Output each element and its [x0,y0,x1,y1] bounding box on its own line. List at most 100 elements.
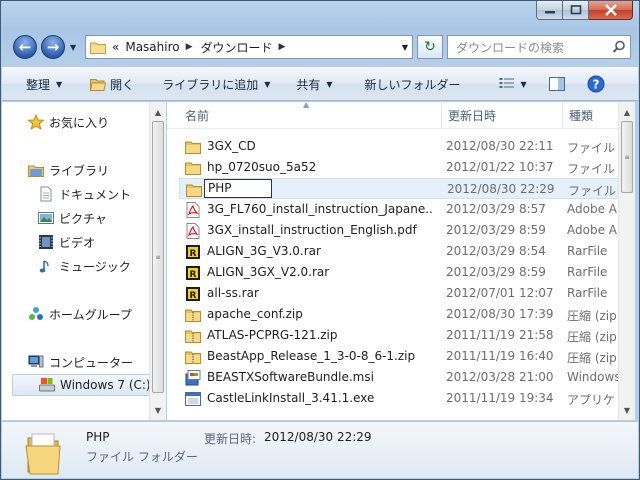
nav-computer-label: コンピューター [49,355,134,370]
file-date: 2012/03/29 8:59 [446,223,546,237]
share-button[interactable]: 共有 ▼ [288,72,340,96]
file-date: 2011/11/19 16:40 [446,349,554,363]
drive-icon [39,377,55,393]
file-row[interactable]: Rall-ss.rar 2012/07/01 12:07 RarFile [179,283,618,304]
nav-videos[interactable]: ビデオ [38,231,95,253]
rar-icon: R [185,286,201,302]
scrollbar-thumb[interactable]: ≡ [621,121,633,193]
file-row[interactable]: 3GX_install_instruction_English.pdf 2012/… [179,220,618,241]
help-button[interactable]: ? [579,72,613,96]
library-icon [28,162,44,178]
include-in-library-button[interactable]: ライブラリに追加 ▼ [154,72,278,96]
breadcrumb-downloads[interactable]: ダウンロード [201,39,273,56]
file-type: ファイル [568,184,617,198]
file-name: BEASTXSoftwareBundle.msi [207,370,374,384]
navigation-pane-scrollbar[interactable]: ▲ ≡ ▼ [149,102,166,420]
nav-drive-label: Windows 7 (C:) [60,378,151,392]
breadcrumb-separator-arrow-icon[interactable]: ▶ [186,42,193,52]
open-folder-icon [90,78,107,91]
scroll-down-icon[interactable]: ▼ [150,402,166,418]
nav-favorites[interactable]: お気に入り [28,111,109,133]
breadcrumb-separator-arrow-icon[interactable]: ▶ [279,42,286,52]
new-folder-label: 新しいフォルダー [364,77,461,92]
recent-pages-dropdown[interactable]: ▼ [70,43,76,52]
organize-button[interactable]: 整理 ▼ [18,72,70,96]
selected-item-type: ファイル フォルダー [86,450,198,464]
homegroup-icon [28,306,44,322]
change-view-button[interactable]: ▼ [491,72,535,96]
nav-computer[interactable]: コンピューター [28,351,133,373]
scroll-up-icon[interactable]: ▲ [619,104,635,120]
pictures-icon [38,210,54,226]
column-header-type[interactable]: 種類 [563,102,618,128]
dropdown-arrow-icon: ▼ [520,79,527,89]
maximize-button[interactable] [563,1,589,20]
scroll-down-icon[interactable]: ▼ [619,402,635,418]
navigation-pane: お気に入り ライブラリ ドキュメント ピクチャ ビデオ ミュージック ホームグル… [2,102,165,420]
close-button[interactable] [589,1,633,20]
music-icon [38,258,54,274]
file-date: 2012/08/30 17:39 [446,307,554,321]
file-type: Adobe A [567,223,617,237]
file-type: ファイル [567,141,616,155]
open-button[interactable]: 開く [82,72,142,96]
file-row[interactable]: ATLAS-PCPRG-121.zip 2011/11/19 21:58 圧縮 (z… [179,325,618,346]
folder-icon [90,42,106,54]
address-bar[interactable]: « Masahiro ▶ ダウンロード ▶ ▼ [85,35,413,59]
new-folder-button[interactable]: 新しいフォルダー [357,72,469,96]
file-row[interactable]: CastleLinkInstall_3.41.1.exe 2011/11/19 1… [179,388,618,409]
file-type: アプリケ [567,393,616,407]
address-overflow[interactable]: « [112,40,119,54]
minimize-button[interactable] [536,1,563,20]
file-row[interactable]: hp_0720suo_5a52 2012/01/22 10:37 ファイル [179,157,618,178]
file-name: PHP [208,181,232,195]
open-label: 開く [110,77,135,92]
explorer-window: ← → ▼ « Masahiro ▶ ダウンロード ▶ ▼ ↻ ダウンロードの検… [0,0,640,480]
file-row[interactable]: BEASTXSoftwareBundle.msi 2012/03/28 21:00… [179,367,618,388]
scrollbar-thumb[interactable]: ≡ [152,121,164,393]
nav-documents[interactable]: ドキュメント [38,183,131,205]
scroll-up-icon[interactable]: ▲ [150,104,166,120]
nav-music[interactable]: ミュージック [38,255,131,277]
refresh-button[interactable]: ↻ [417,35,443,59]
nav-pictures-label: ピクチャ [59,211,107,226]
nav-libraries-label: ライブラリ [49,163,110,178]
file-row[interactable]: apache_conf.zip 2012/08/30 17:39 圧縮 (zip [179,304,618,325]
file-row[interactable]: R ALIGN_3G_V3.0.rar 2012/03/29 8:54 RarFile [179,241,618,262]
nav-drive-c[interactable]: Windows 7 (C:) [12,374,154,396]
preview-pane-icon [548,77,565,91]
file-name: ALIGN_3G_V3.0.rar [207,244,321,258]
forward-button[interactable]: → [41,35,65,59]
rar-icon: R [185,265,201,281]
file-row[interactable]: 3GX_CD 2012/08/30 22:11 ファイル [179,136,618,157]
search-box[interactable]: ダウンロードの検索 [447,35,631,59]
file-row[interactable]: PHP 2012/08/30 22:29 ファイル [179,178,618,199]
file-list: ▲ 名前 更新日時 種類 3GX_CD 2012/08/30 22:11 ファイル h… [167,102,618,420]
file-list-scrollbar[interactable]: ▲ ≡ ▼ [618,102,635,420]
breadcrumb-masahiro[interactable]: Masahiro [125,40,179,54]
file-date: 2012/07/01 12:07 [446,286,554,300]
nav-homegroup[interactable]: ホームグループ [28,303,132,325]
column-name-label: 名前 [185,108,210,123]
nav-music-label: ミュージック [59,259,131,274]
column-header-name[interactable]: 名前 [179,102,442,128]
file-type: 圧縮 (zip [567,351,617,365]
back-button[interactable]: ← [13,35,37,59]
address-dropdown-icon[interactable]: ▼ [402,43,408,52]
file-name: hp_0720suo_5a52 [207,160,317,174]
nav-libraries[interactable]: ライブラリ [28,159,109,181]
preview-pane-button[interactable] [541,72,573,96]
dropdown-arrow-icon: ▼ [56,79,63,89]
nav-pictures[interactable]: ピクチャ [38,207,107,229]
navigation-bar: ← → ▼ « Masahiro ▶ ダウンロード ▶ ▼ ↻ ダウンロードの検… [9,33,633,61]
rename-field[interactable]: PHP [204,179,272,198]
file-type: Adobe A [567,202,617,216]
file-row[interactable]: 3G_FL760_install_instruction_Japane... 20… [179,199,618,220]
file-row[interactable]: BeastApp_Release_1_3-0-8_6-1.zip 2011/11/… [179,346,618,367]
search-icon[interactable] [612,40,626,54]
column-header-date[interactable]: 更新日時 [442,102,563,128]
organize-label: 整理 [26,77,51,92]
pdf-icon [185,223,201,239]
file-name: all-ss.rar [207,286,259,300]
file-row[interactable]: R ALIGN_3GX_V2.0.rar 2012/03/29 8:59 RarFil… [179,262,618,283]
